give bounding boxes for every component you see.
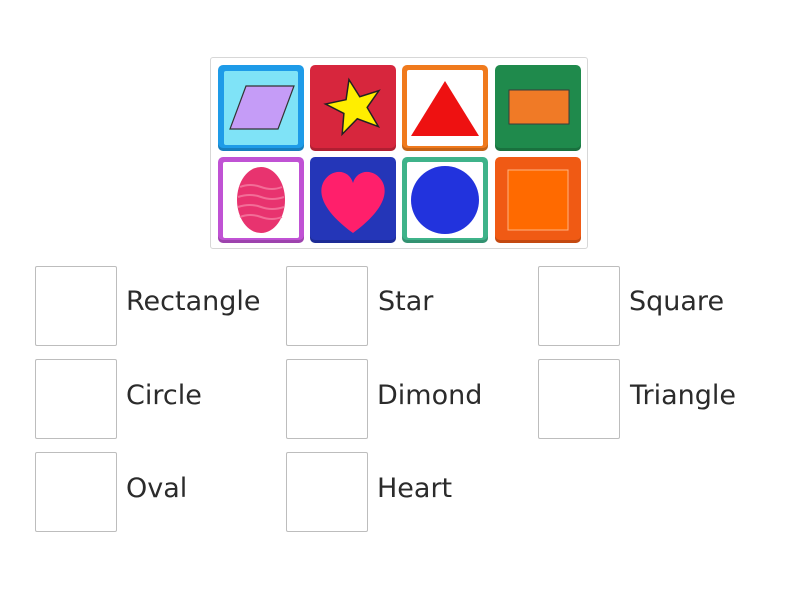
oval-icon [237,167,285,233]
tile-oval[interactable] [218,157,304,243]
label-oval: Oval [126,473,188,504]
drop-slot-square[interactable] [538,266,620,346]
label-circle: Circle [126,380,202,411]
square-icon [507,169,569,231]
drop-slot-circle[interactable] [35,359,117,439]
circle-icon [411,166,479,234]
tile-circle[interactable] [402,157,488,243]
tile-parallelogram[interactable] [218,65,304,151]
drop-slot-rectangle[interactable] [35,266,117,346]
label-square: Square [629,286,725,317]
label-rectangle: Rectangle [126,286,261,317]
tile-square[interactable] [495,157,581,243]
drop-slot-oval[interactable] [35,452,117,532]
tile-triangle[interactable] [402,65,488,151]
shape-tiles-panel [210,57,588,249]
star-icon [323,77,381,137]
match-up-activity: Rectangle Star Square Circle Dimond Tria… [0,0,800,600]
tile-star[interactable] [310,65,396,151]
tile-rectangle[interactable] [495,65,581,151]
drop-slot-heart[interactable] [286,452,368,532]
label-star: Star [378,286,434,317]
triangle-icon [411,81,479,136]
tile-heart[interactable] [310,157,396,243]
rectangle-icon [508,89,570,125]
drop-slot-triangle[interactable] [538,359,620,439]
label-dimond: Dimond [377,380,483,411]
label-heart: Heart [377,473,453,504]
drop-slot-star[interactable] [286,266,368,346]
label-triangle: Triangle [630,380,737,411]
parallelogram-icon [229,85,295,130]
heart-icon [321,171,385,233]
drop-slot-dimond[interactable] [286,359,368,439]
